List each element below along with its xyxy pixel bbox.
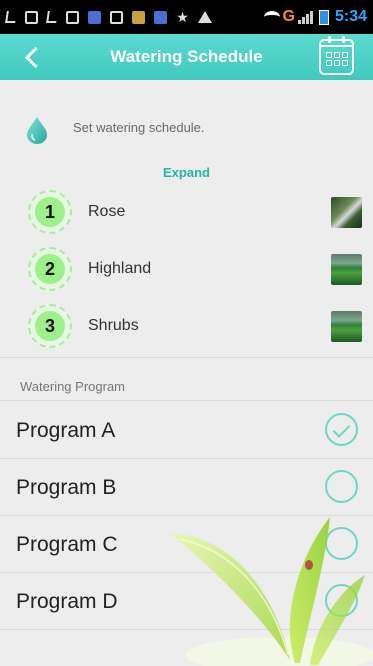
card-icon: [66, 10, 79, 24]
water-drop-icon: [27, 117, 47, 144]
radio-icon[interactable]: [325, 584, 358, 617]
app-icon: [132, 10, 145, 24]
notification-icon: [25, 10, 38, 24]
page-title: Watering Schedule: [110, 47, 263, 66]
zone-row[interactable]: 2 Highland: [0, 243, 373, 299]
battery-icon: [318, 9, 329, 25]
usb-icon: [5, 11, 17, 23]
warning-icon: [198, 11, 212, 23]
app-icon: [88, 10, 101, 24]
program-row[interactable]: Program D: [0, 572, 373, 629]
zone-thumbnail[interactable]: [331, 254, 362, 285]
divider: [0, 629, 373, 630]
divider: [0, 357, 373, 358]
wifi-icon: [263, 11, 280, 23]
zone-thumbnail[interactable]: [331, 311, 362, 342]
program-label: Program C: [16, 533, 118, 556]
program-row[interactable]: Program B: [0, 458, 373, 515]
star-icon: ★: [176, 8, 189, 25]
info-text: Set watering schedule.: [73, 120, 205, 135]
program-row[interactable]: Program A: [0, 401, 373, 458]
radio-checked-icon[interactable]: [325, 413, 358, 446]
status-bar: ★ G 5:34: [0, 0, 373, 34]
zone-name: Rose: [88, 203, 126, 220]
zone-number-badge: 2: [28, 247, 72, 291]
zone-row[interactable]: 1 Rose: [0, 186, 373, 242]
zone-number-badge: 3: [28, 304, 72, 348]
usb-icon: [46, 11, 58, 23]
notification-icons: ★: [5, 8, 264, 25]
section-label: Watering Program: [20, 379, 125, 394]
app-icon: [154, 10, 167, 24]
program-label: Program D: [16, 590, 118, 613]
app-bar: Watering Schedule: [0, 34, 373, 80]
program-label: Program B: [16, 476, 117, 499]
zone-name: Highland: [88, 260, 152, 277]
signal-icon: [297, 10, 313, 24]
network-type: G: [282, 8, 295, 25]
zone-thumbnail[interactable]: [331, 197, 362, 228]
image-icon: [110, 10, 123, 24]
zone-number-badge: 1: [28, 190, 72, 234]
calendar-icon[interactable]: [319, 36, 354, 75]
zone-name: Shrubs: [88, 317, 139, 334]
radio-icon[interactable]: [325, 470, 358, 503]
zone-row[interactable]: 3 Shrubs: [0, 300, 373, 356]
clock: 5:34: [334, 8, 367, 25]
expand-link[interactable]: Expand: [0, 165, 373, 180]
radio-icon[interactable]: [325, 527, 358, 560]
program-label: Program A: [16, 419, 116, 442]
program-row[interactable]: Program C: [0, 515, 373, 572]
